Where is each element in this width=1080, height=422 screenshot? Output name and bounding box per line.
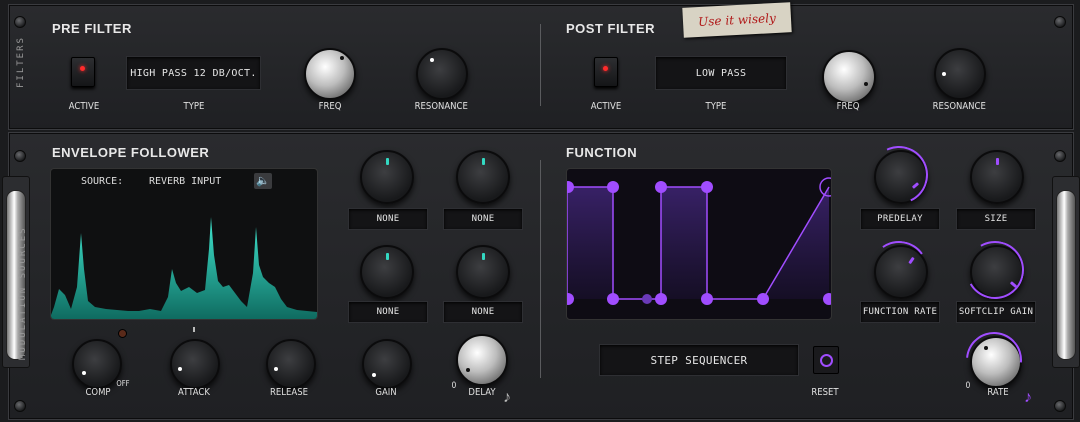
attack-label: ATTACK	[178, 387, 210, 398]
rack-handle-right[interactable]	[1056, 190, 1076, 360]
pre-filter-active-button[interactable]	[71, 57, 95, 87]
function-target-knob-2[interactable]	[970, 150, 1024, 204]
led-indicator	[80, 66, 85, 71]
sticky-note: Use it wisely	[682, 2, 792, 38]
env-target-knob-4[interactable]	[456, 245, 510, 299]
modulation-divider	[540, 160, 541, 378]
pre-filter-resonance-label: RESONANCE	[414, 101, 468, 112]
reset-label: RESET	[811, 387, 839, 398]
rate-zero-label: 0	[965, 381, 971, 391]
filters-divider	[540, 24, 541, 106]
post-filter-active-button[interactable]	[594, 57, 618, 87]
knob-indicator	[481, 158, 485, 165]
knob-pointer	[466, 368, 470, 372]
reset-button[interactable]	[813, 346, 839, 374]
knob-pointer	[430, 58, 434, 62]
knob-pointer	[82, 371, 86, 375]
knob-pointer	[942, 72, 946, 76]
led-indicator	[603, 66, 608, 71]
post-filter-freq-label: FREQ	[836, 101, 860, 112]
env-target-display-1[interactable]: NONE	[348, 208, 428, 230]
delay-knob[interactable]	[456, 334, 508, 386]
post-filter-type-label: TYPE	[705, 101, 727, 112]
rate-label: RATE	[987, 387, 1009, 398]
post-filter-resonance-knob[interactable]	[934, 48, 986, 100]
function-mode-display[interactable]: STEP SEQUENCER	[599, 344, 799, 376]
comp-off-label: OFF	[116, 379, 130, 388]
attack-knob[interactable]	[170, 339, 220, 389]
post-filter-title: POST FILTER	[566, 21, 656, 36]
post-filter-freq-knob[interactable]	[822, 50, 876, 104]
knob-indicator	[481, 253, 485, 260]
function-target-display-2[interactable]: SIZE	[956, 208, 1036, 230]
env-target-knob-1[interactable]	[360, 150, 414, 204]
comp-label: COMP	[85, 387, 111, 398]
envelope-waveform	[51, 217, 317, 319]
knob-indicator	[385, 158, 389, 165]
function-target-display-1[interactable]: PREDELAY	[860, 208, 940, 230]
post-filter-active-label: ACTIVE	[590, 101, 622, 112]
gain-label: GAIN	[375, 387, 397, 398]
pre-filter-type-display[interactable]: HIGH PASS 12 DB/OCT.	[126, 56, 261, 90]
envelope-display: SOURCE: REVERB INPUT 🔈	[50, 168, 318, 320]
post-filter-type-display[interactable]: LOW PASS	[655, 56, 787, 90]
envelope-follower-title: ENVELOPE FOLLOWER	[52, 145, 210, 160]
function-display[interactable]	[566, 168, 832, 320]
pre-filter-freq-knob[interactable]	[304, 48, 356, 100]
knob-indicator	[385, 253, 389, 260]
env-target-knob-3[interactable]	[360, 245, 414, 299]
pre-filter-title: PRE FILTER	[52, 21, 132, 36]
function-target-display-4[interactable]: SOFTCLIP GAIN	[956, 301, 1036, 323]
delay-label: DELAY	[468, 387, 496, 398]
env-target-knob-2[interactable]	[456, 150, 510, 204]
screw	[1054, 16, 1066, 28]
plugin-rack: FILTERS PRE FILTER ACTIVE HIGH PASS 12 D…	[0, 0, 1080, 422]
function-title: FUNCTION	[566, 145, 638, 160]
pre-filter-resonance-knob[interactable]	[416, 48, 468, 100]
modulation-side-label: MODULATION SOURCES	[18, 226, 28, 360]
screw	[14, 16, 26, 28]
post-filter-resonance-label: RESONANCE	[932, 101, 986, 112]
release-label: RELEASE	[270, 387, 308, 398]
knob-pointer	[274, 367, 278, 371]
delay-zero-label: 0	[451, 381, 457, 391]
filters-side-label: FILTERS	[16, 36, 26, 88]
pre-filter-freq-label: FREQ	[318, 101, 342, 112]
gain-knob[interactable]	[362, 339, 412, 389]
release-knob[interactable]	[266, 339, 316, 389]
env-target-display-2[interactable]: NONE	[443, 208, 523, 230]
tempo-sync-note-icon[interactable]: ♪	[1024, 389, 1032, 407]
comp-led	[118, 329, 127, 338]
screw	[1054, 400, 1066, 412]
knob-pointer	[864, 82, 868, 86]
knob-pointer	[372, 373, 376, 377]
pre-filter-active-label: ACTIVE	[68, 101, 100, 112]
env-target-display-4[interactable]: NONE	[443, 301, 523, 323]
attack-tick	[193, 327, 195, 332]
tempo-sync-note-icon[interactable]: ♪	[503, 389, 511, 407]
knob-pointer	[178, 367, 182, 371]
screw	[1054, 150, 1066, 162]
function-target-display-3[interactable]: FUNCTION RATE	[860, 301, 940, 323]
screw	[14, 400, 26, 412]
step-sequencer-graph	[567, 177, 831, 305]
pre-filter-type-label: TYPE	[183, 101, 205, 112]
env-target-display-3[interactable]: NONE	[348, 301, 428, 323]
knob-pointer	[340, 56, 344, 60]
screw	[14, 150, 26, 162]
knob-indicator	[996, 158, 999, 165]
reset-ring-icon	[820, 354, 833, 367]
